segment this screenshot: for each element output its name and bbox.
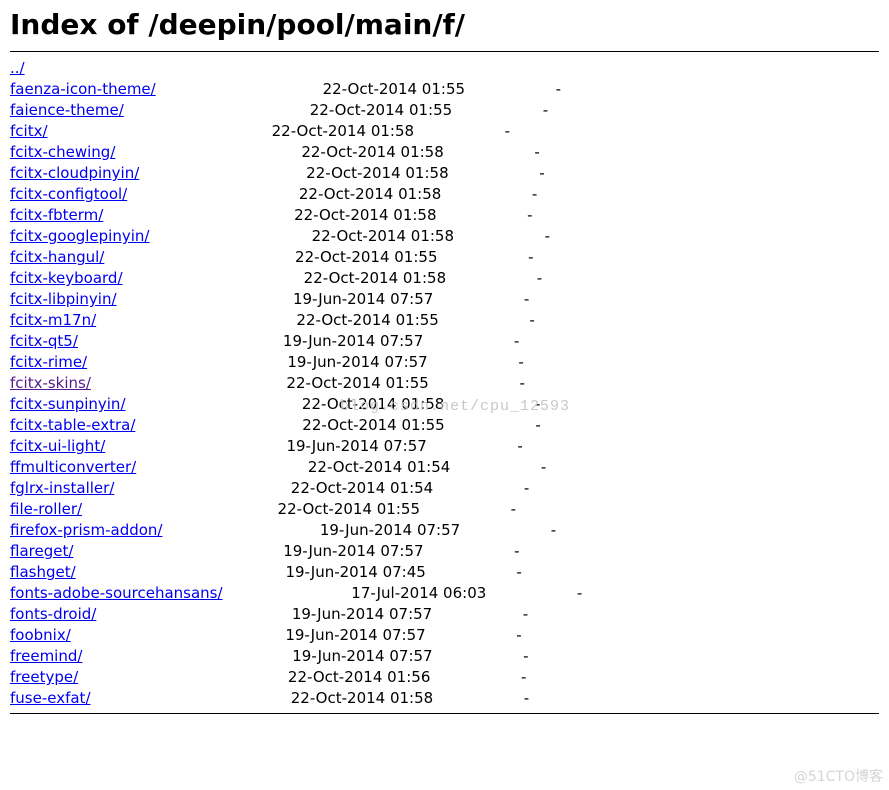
dir-link[interactable]: file-roller/ [10,500,82,518]
page-title: Index of /deepin/pool/main/f/ [10,8,879,41]
divider-top [10,51,879,52]
dir-link[interactable]: fcitx-rime/ [10,353,87,371]
directory-listing: ../ faenza-icon-theme/ 22-Oct-2014 01:55… [10,58,879,709]
dir-link[interactable]: flareget/ [10,542,73,560]
dir-link[interactable]: freemind/ [10,647,82,665]
dir-link[interactable]: fcitx-skins/ [10,374,91,392]
parent-dir-link[interactable]: ../ [10,59,25,77]
dir-link[interactable]: fcitx-googlepinyin/ [10,227,149,245]
dir-link[interactable]: fcitx-qt5/ [10,332,78,350]
dir-link[interactable]: faience-theme/ [10,101,124,119]
dir-link[interactable]: fcitx-hangul/ [10,248,104,266]
dir-link[interactable]: fcitx/ [10,122,48,140]
dir-link[interactable]: fcitx-chewing/ [10,143,115,161]
dir-link[interactable]: fcitx-ui-light/ [10,437,105,455]
dir-link[interactable]: fcitx-table-extra/ [10,416,135,434]
dir-link[interactable]: fcitx-fbterm/ [10,206,103,224]
dir-link[interactable]: fcitx-libpinyin/ [10,290,117,308]
divider-bottom [10,713,879,714]
dir-link[interactable]: faenza-icon-theme/ [10,80,156,98]
dir-link[interactable]: fcitx-sunpinyin/ [10,395,126,413]
dir-link[interactable]: fuse-exfat/ [10,689,91,707]
watermark-corner: @51CTO博客 [794,766,883,786]
dir-link[interactable]: foobnix/ [10,626,71,644]
dir-link[interactable]: flashget/ [10,563,76,581]
dir-link[interactable]: fcitx-cloudpinyin/ [10,164,139,182]
dir-link[interactable]: fcitx-configtool/ [10,185,127,203]
dir-link[interactable]: fonts-droid/ [10,605,96,623]
dir-link[interactable]: fonts-adobe-sourcehansans/ [10,584,223,602]
dir-link[interactable]: fcitx-m17n/ [10,311,96,329]
dir-link[interactable]: fglrx-installer/ [10,479,114,497]
dir-link[interactable]: ffmulticonverter/ [10,458,136,476]
dir-link[interactable]: firefox-prism-addon/ [10,521,162,539]
dir-link[interactable]: fcitx-keyboard/ [10,269,123,287]
dir-link[interactable]: freetype/ [10,668,78,686]
